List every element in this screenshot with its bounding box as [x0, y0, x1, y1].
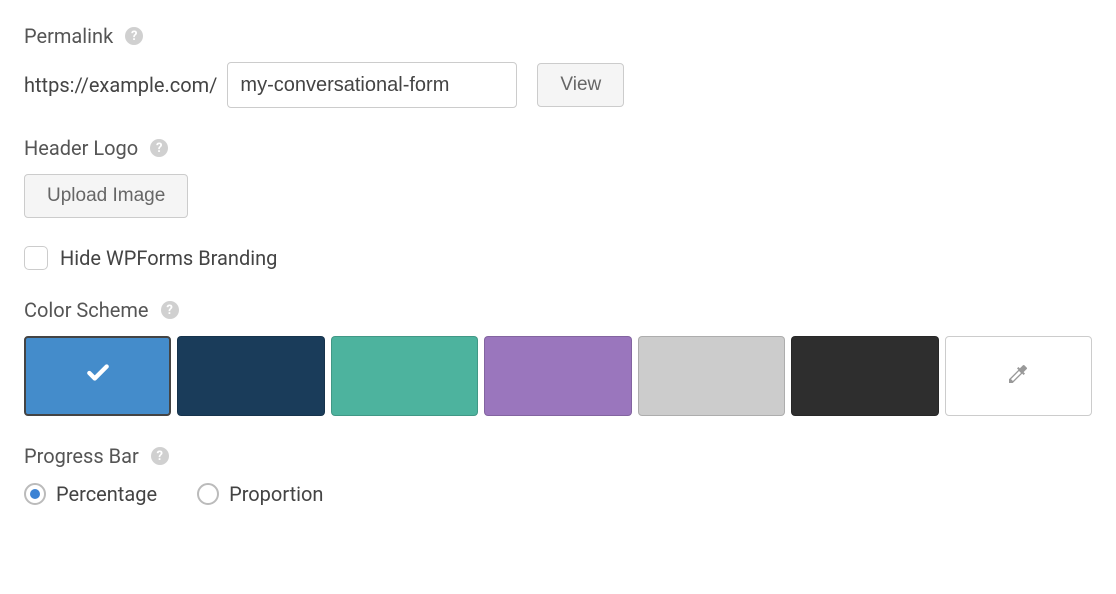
eyedropper-icon: [1006, 362, 1030, 391]
permalink-label: Permalink: [24, 24, 113, 48]
help-icon[interactable]: ?: [125, 27, 143, 45]
progress-bar-label: Progress Bar: [24, 444, 139, 468]
view-button[interactable]: View: [537, 63, 624, 107]
radio-button[interactable]: [24, 483, 46, 505]
branding-section: Hide WPForms Branding: [24, 246, 1092, 270]
radio-label: Percentage: [56, 482, 157, 506]
permalink-prefix: https://example.com/: [24, 73, 217, 97]
radio-item: Percentage: [24, 482, 157, 506]
progress-bar-options: Percentage Proportion: [24, 482, 1092, 506]
color-scheme-label: Color Scheme: [24, 298, 149, 322]
upload-image-button[interactable]: Upload Image: [24, 174, 188, 218]
help-icon[interactable]: ?: [151, 447, 169, 465]
color-swatch[interactable]: [24, 336, 171, 416]
permalink-input[interactable]: [227, 62, 517, 108]
progress-bar-section: Progress Bar ? Percentage Proportion: [24, 444, 1092, 506]
branding-checkbox-row: Hide WPForms Branding: [24, 246, 1092, 270]
color-picker-swatch[interactable]: [945, 336, 1092, 416]
color-swatch[interactable]: [177, 336, 324, 416]
progress-bar-label-row: Progress Bar ?: [24, 444, 1092, 468]
color-scheme-label-row: Color Scheme ?: [24, 298, 1092, 322]
branding-label: Hide WPForms Branding: [60, 246, 277, 270]
color-scheme-section: Color Scheme ?: [24, 298, 1092, 416]
help-icon[interactable]: ?: [150, 139, 168, 157]
help-icon[interactable]: ?: [161, 301, 179, 319]
permalink-row: https://example.com/ View: [24, 62, 1092, 108]
header-logo-label-row: Header Logo ?: [24, 136, 1092, 160]
check-icon: [85, 360, 111, 393]
branding-checkbox[interactable]: [24, 246, 48, 270]
radio-item: Proportion: [197, 482, 323, 506]
header-logo-section: Header Logo ? Upload Image: [24, 136, 1092, 218]
header-logo-label: Header Logo: [24, 136, 138, 160]
permalink-section: Permalink ? https://example.com/ View: [24, 24, 1092, 108]
color-swatch[interactable]: [638, 336, 785, 416]
permalink-label-row: Permalink ?: [24, 24, 1092, 48]
color-swatch[interactable]: [791, 336, 938, 416]
radio-button[interactable]: [197, 483, 219, 505]
color-swatch[interactable]: [484, 336, 631, 416]
color-swatches: [24, 336, 1092, 416]
radio-label: Proportion: [229, 482, 323, 506]
color-swatch[interactable]: [331, 336, 478, 416]
